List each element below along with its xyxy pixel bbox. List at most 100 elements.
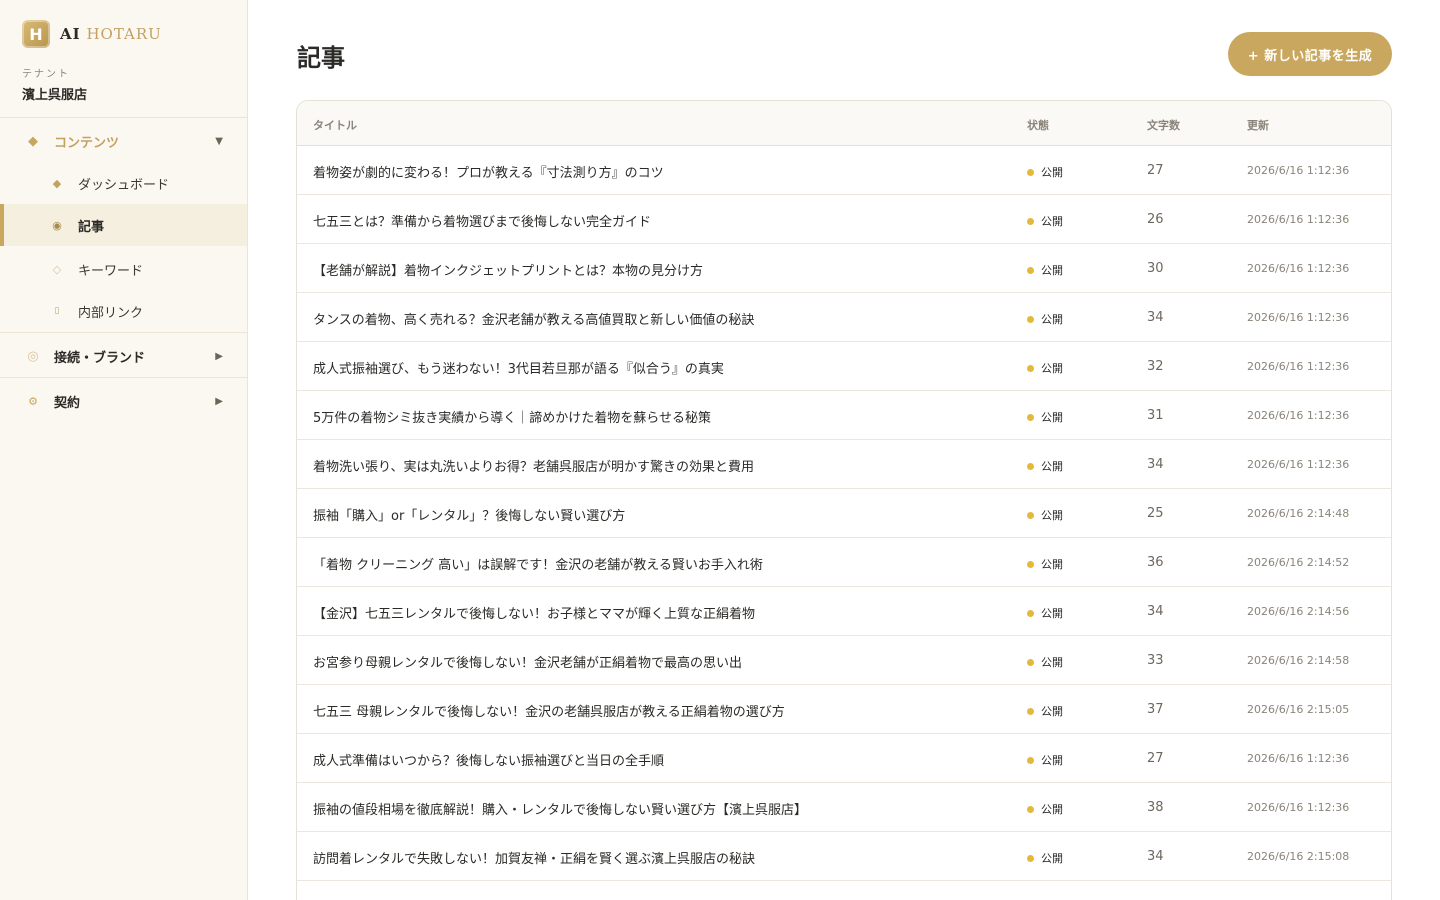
status-label: 公開 <box>1041 803 1063 816</box>
status-dot-icon <box>1027 168 1034 176</box>
table-row[interactable]: 【老舗が解説】着物インクジェットプリントとは？本物の見分け方 公開 30 2026/6… <box>297 244 1391 293</box>
table-row[interactable]: お宮参り母親レンタルで後悔しない！金沢老舗が正絹着物で最高の思い出 公開 33 202… <box>297 636 1391 685</box>
article-title[interactable]: 「着物 クリーニング 高い」は誤解です！金沢の老舗が教える賢いお手入れ術 <box>313 554 763 573</box>
status-badge: 公開 <box>1027 752 1063 768</box>
status-label: 公開 <box>1041 656 1063 669</box>
article-title[interactable]: 成人式振袖選び、もう迷わない！3代目若旦那が語る『似合う』の真実 <box>313 358 724 377</box>
status-badge: 公開 <box>1027 409 1063 425</box>
sidebar-item-label: 内部リンク <box>78 305 144 321</box>
table-row[interactable]: 振袖の値段相場を徹底解説！購入・レンタルで後悔しない賢い選び方【濱上呉服店】 公開… <box>297 783 1391 832</box>
column-header-chars[interactable]: 文字数 <box>1147 117 1180 133</box>
divider <box>0 117 247 118</box>
article-title[interactable]: 【金沢】七五三レンタルで後悔しない！お子様とママが輝く上質な正絹着物 <box>313 603 755 622</box>
status-label: 公開 <box>1041 852 1063 865</box>
sidebar-item-articles[interactable]: ◉ 記事 <box>0 204 247 246</box>
status-badge: 公開 <box>1027 556 1063 572</box>
updated-timestamp: 2026/6/16 2:14:52 <box>1247 556 1350 569</box>
char-count: 37 <box>1147 702 1164 717</box>
nav-section-contract[interactable]: ⚙ 契約 ▶ <box>0 379 247 423</box>
table-header: タイトル 状態 文字数 更新 <box>297 101 1391 146</box>
char-count: 30 <box>1147 261 1164 276</box>
article-title[interactable]: 振袖の値段相場を徹底解説！購入・レンタルで後悔しない賢い選び方【濱上呉服店】 <box>313 799 807 818</box>
status-badge: 公開 <box>1027 164 1063 180</box>
status-badge: 公開 <box>1027 654 1063 670</box>
chevron-right-icon: ▶ <box>215 350 223 362</box>
table-row[interactable]: 振袖「購入」or「レンタル」？後悔しない賢い選び方 公開 25 2026/6/16 2… <box>297 489 1391 538</box>
article-title[interactable]: 振袖「購入」or「レンタル」？後悔しない賢い選び方 <box>313 505 625 524</box>
status-label: 公開 <box>1041 411 1063 424</box>
status-badge: 公開 <box>1027 262 1063 278</box>
table-row[interactable]: 七五三 母親レンタルで後悔しない！金沢の老舗呉服店が教える正絹着物の選び方 公開 3… <box>297 685 1391 734</box>
diamond-outline-icon: ◇ <box>52 262 62 276</box>
brand-name-hotaru: HOTARU <box>86 25 162 43</box>
article-title[interactable]: 七五三とは？準備から着物選びまで後悔しない完全ガイド <box>313 211 651 230</box>
nav-section-connection-brand[interactable]: ◎ 接続・ブランド ▶ <box>0 334 247 378</box>
table-row[interactable]: 成人式準備はいつから？後悔しない振袖選びと当日の全手順 公開 27 2026/6/16… <box>297 734 1391 783</box>
updated-timestamp: 2026/6/16 1:12:36 <box>1247 213 1350 226</box>
divider <box>0 377 247 378</box>
divider <box>0 332 247 333</box>
status-dot-icon <box>1027 511 1034 519</box>
char-count: 36 <box>1147 555 1164 570</box>
sidebar-item-dashboard[interactable]: ◆ ダッシュボード <box>0 162 247 204</box>
table-row[interactable]: 着物姿が劇的に変わる！プロが教える『寸法測り方』のコツ 公開 27 2026/6/16… <box>297 146 1391 195</box>
table-row[interactable]: 成人式振袖選び、もう迷わない！3代目若旦那が語る『似合う』の真実 公開 32 2026… <box>297 342 1391 391</box>
chevron-down-icon: ▼ <box>215 135 223 147</box>
table-body: 着物姿が劇的に変わる！プロが教える『寸法測り方』のコツ 公開 27 2026/6/16… <box>297 146 1391 881</box>
nav-section-contents[interactable]: ◆ コンテンツ ▼ <box>0 119 247 163</box>
status-label: 公開 <box>1041 754 1063 767</box>
brand[interactable]: H AI HOTARU <box>22 20 162 48</box>
char-count: 34 <box>1147 310 1164 325</box>
char-count: 26 <box>1147 212 1164 227</box>
status-label: 公開 <box>1041 558 1063 571</box>
status-label: 公開 <box>1041 264 1063 277</box>
updated-timestamp: 2026/6/16 1:12:36 <box>1247 164 1350 177</box>
status-label: 公開 <box>1041 362 1063 375</box>
table-row[interactable]: 【金沢】七五三レンタルで後悔しない！お子様とママが輝く上質な正絹着物 公開 34 20… <box>297 587 1391 636</box>
table-row[interactable]: タンスの着物、高く売れる？金沢老舗が教える高値買取と新しい価値の秘訣 公開 34 20… <box>297 293 1391 342</box>
column-header-updated[interactable]: 更新 <box>1247 117 1269 133</box>
tenant-name[interactable]: 濱上呉服店 <box>22 84 87 103</box>
sidebar-item-keywords[interactable]: ◇ キーワード <box>0 248 247 290</box>
status-dot-icon <box>1027 364 1034 372</box>
article-title[interactable]: 成人式準備はいつから？後悔しない振袖選びと当日の全手順 <box>313 750 664 769</box>
diamond-icon: ◆ <box>28 133 38 149</box>
char-count: 27 <box>1147 751 1164 766</box>
status-badge: 公開 <box>1027 605 1063 621</box>
status-label: 公開 <box>1041 460 1063 473</box>
status-badge: 公開 <box>1027 850 1063 866</box>
column-header-title[interactable]: タイトル <box>313 117 357 133</box>
article-title[interactable]: 着物洗い張り、実は丸洗いよりお得？老舗呉服店が明かす驚きの効果と費用 <box>313 456 754 475</box>
table-row[interactable]: 5万件の着物シミ抜き実績から導く｜諦めかけた着物を蘇らせる秘策 公開 31 2026/… <box>297 391 1391 440</box>
article-title[interactable]: 七五三 母親レンタルで後悔しない！金沢の老舗呉服店が教える正絹着物の選び方 <box>313 701 785 720</box>
updated-timestamp: 2026/6/16 1:12:36 <box>1247 360 1350 373</box>
updated-timestamp: 2026/6/16 2:15:05 <box>1247 703 1350 716</box>
target-icon: ◎ <box>27 348 39 364</box>
table-row[interactable]: 「着物 クリーニング 高い」は誤解です！金沢の老舗が教える賢いお手入れ術 公開 36… <box>297 538 1391 587</box>
article-title[interactable]: 5万件の着物シミ抜き実績から導く｜諦めかけた着物を蘇らせる秘策 <box>313 407 711 426</box>
gear-icon: ⚙ <box>28 394 38 408</box>
updated-timestamp: 2026/6/16 1:12:36 <box>1247 458 1350 471</box>
article-title[interactable]: 着物姿が劇的に変わる！プロが教える『寸法測り方』のコツ <box>313 162 664 181</box>
table-row[interactable]: 着物洗い張り、実は丸洗いよりお得？老舗呉服店が明かす驚きの効果と費用 公開 34 20… <box>297 440 1391 489</box>
brand-name: AI HOTARU <box>60 25 162 43</box>
table-row[interactable]: 訪問着レンタルで失敗しない！加賀友禅・正絹を賢く選ぶ濱上呉服店の秘訣 公開 34 20… <box>297 832 1391 881</box>
status-label: 公開 <box>1041 313 1063 326</box>
diamond-icon: ◆ <box>52 176 62 190</box>
sidebar-item-internal-links[interactable]: ▯ 内部リンク <box>0 290 247 332</box>
article-title[interactable]: 訪問着レンタルで失敗しない！加賀友禅・正絹を賢く選ぶ濱上呉服店の秘訣 <box>313 848 755 867</box>
status-badge: 公開 <box>1027 703 1063 719</box>
sidebar-item-label: ダッシュボード <box>78 177 170 193</box>
article-title[interactable]: お宮参り母親レンタルで後悔しない！金沢老舗が正絹着物で最高の思い出 <box>313 652 742 671</box>
char-count: 25 <box>1147 506 1164 521</box>
status-dot-icon <box>1027 756 1034 764</box>
article-title[interactable]: タンスの着物、高く売れる？金沢老舗が教える高値買取と新しい価値の秘訣 <box>313 309 754 328</box>
new-article-button[interactable]: + 新しい記事を生成 <box>1228 32 1392 76</box>
char-count: 34 <box>1147 457 1164 472</box>
column-header-status[interactable]: 状態 <box>1027 117 1049 133</box>
link-icon: ▯ <box>54 306 60 316</box>
radio-dot-icon: ◉ <box>52 218 62 232</box>
table-row[interactable]: 七五三とは？準備から着物選びまで後悔しない完全ガイド 公開 26 2026/6/16 … <box>297 195 1391 244</box>
status-label: 公開 <box>1041 705 1063 718</box>
article-title[interactable]: 【老舗が解説】着物インクジェットプリントとは？本物の見分け方 <box>313 260 703 279</box>
